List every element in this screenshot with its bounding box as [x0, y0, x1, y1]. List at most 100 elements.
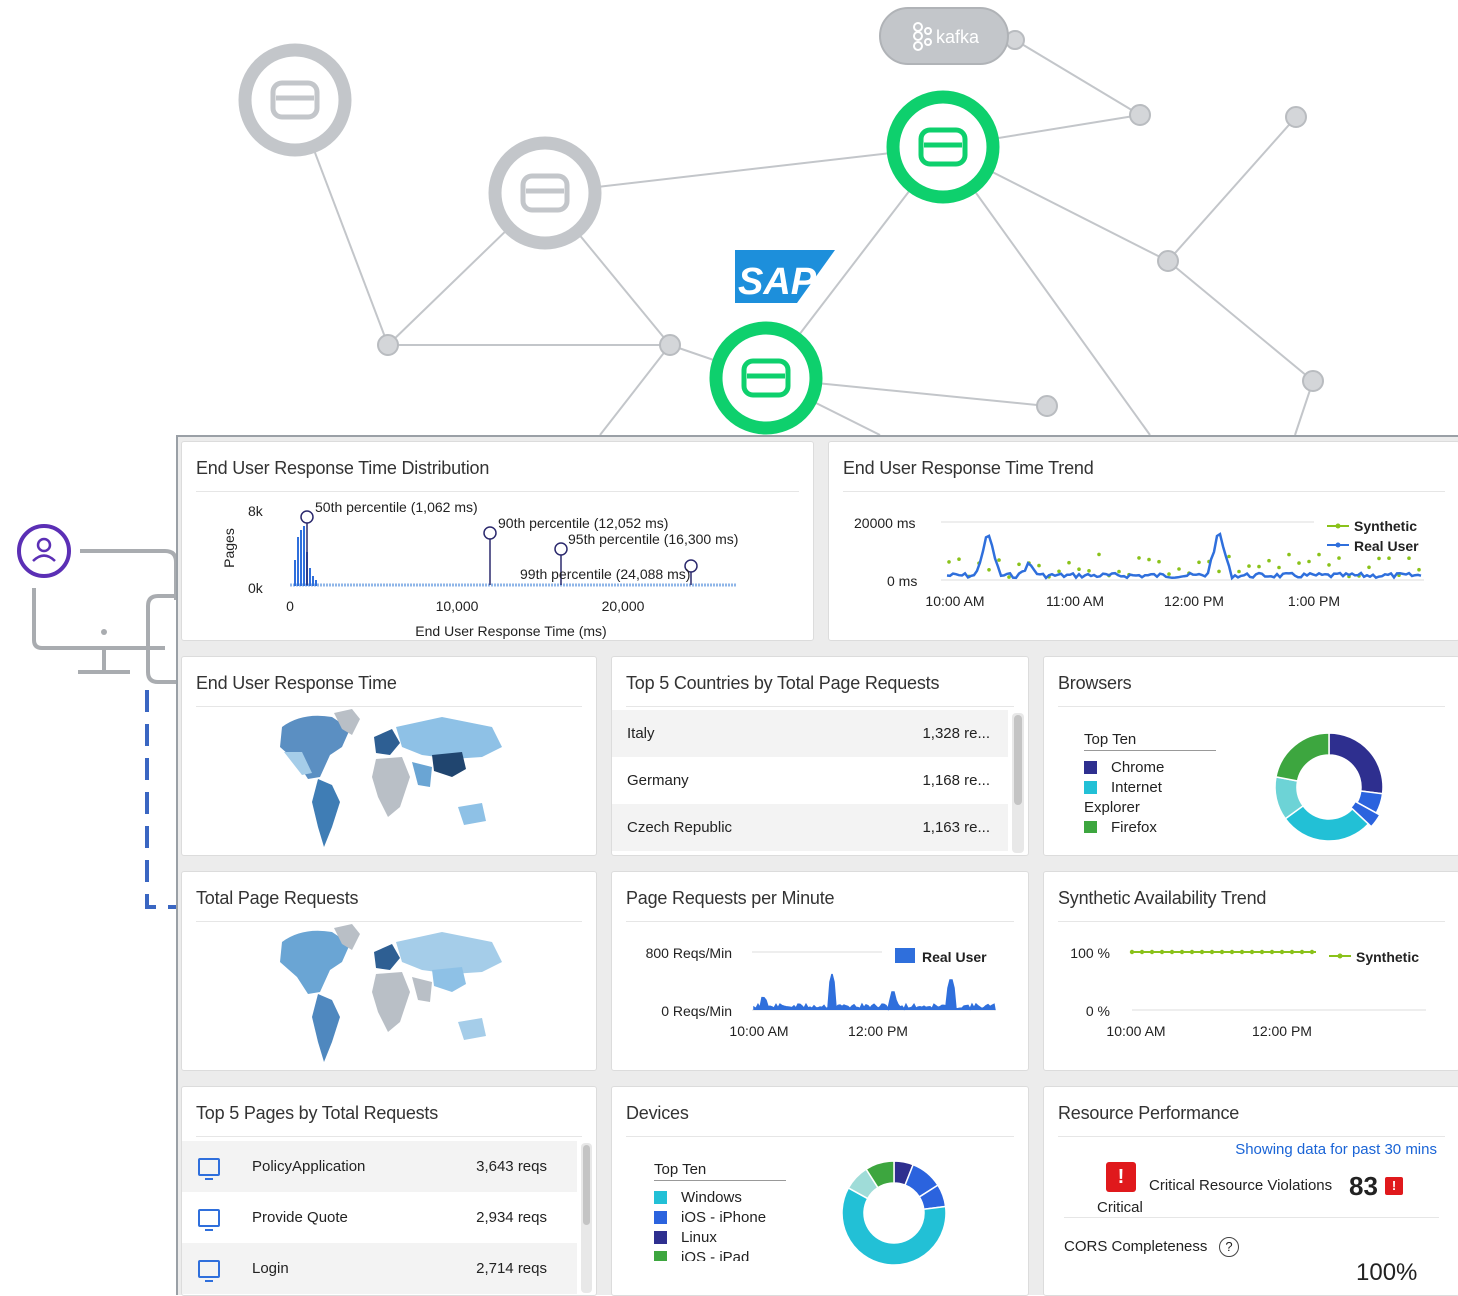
cors-value: 100% [1356, 1259, 1418, 1286]
panel-title: Resource Performance [1058, 1103, 1445, 1137]
y-tick: 0 Reqs/Min [661, 1003, 732, 1019]
table-row[interactable]: Germany 1,168 re... [612, 757, 1008, 804]
synthetic-point [1387, 556, 1391, 560]
critical-alert-icon: ! [1106, 1162, 1136, 1192]
page-name: Login [252, 1260, 289, 1277]
x-tick: 12:00 PM [1252, 1023, 1312, 1039]
synthetic-point [1267, 558, 1271, 563]
country-name: Czech Republic [627, 819, 733, 836]
legend-item: Firefox [1084, 817, 1216, 833]
synthetic-point [1129, 949, 1135, 955]
percentile-label: 90th percentile (12,052 ms) [498, 515, 668, 531]
synthetic-availability-panel[interactable]: Synthetic Availability Trend 100 % 0 % 1… [1043, 871, 1458, 1071]
donut-slice [1328, 732, 1384, 795]
page-name: PolicyApplication [252, 1158, 366, 1175]
x-tick: 20,000 [602, 598, 645, 614]
critical-badge-icon: ! [1385, 1177, 1403, 1195]
legend-item: Chrome [1084, 757, 1216, 777]
y-tick: 800 Reqs/Min [646, 945, 732, 961]
end-user-node [17, 524, 71, 578]
synthetic-series [1129, 949, 1316, 955]
synthetic-point [1197, 560, 1201, 565]
browsers-panel[interactable]: Browsers Top Ten Chrome Internet Explore… [1043, 656, 1458, 856]
country-name: Italy [627, 725, 655, 742]
page-value: 3,643 reqs [476, 1158, 547, 1175]
scrollbar[interactable] [1012, 713, 1024, 853]
response-time-trend-panel[interactable]: End User Response Time Trend 20000 ms 0 … [828, 441, 1458, 641]
synthetic-point [1057, 569, 1061, 574]
service-node-healthy [886, 90, 1000, 204]
panel-title: End User Response Time [196, 673, 582, 707]
table-row[interactable]: Czech Republic 1,163 re... [612, 804, 1008, 851]
violations-label: Critical Resource Violations [1149, 1177, 1333, 1194]
kafka-node: kafka [879, 7, 1009, 65]
legend-item: Windows [654, 1187, 786, 1207]
synthetic-point [947, 560, 951, 564]
panel-title: Devices [626, 1103, 1014, 1137]
legend-item: Internet [1084, 777, 1216, 797]
y-axis-label: Pages [221, 528, 237, 568]
table-row[interactable]: PolicyApplication 3,643 reqs [182, 1141, 577, 1192]
legend-title: Top Ten [654, 1161, 786, 1181]
synthetic-point [1137, 556, 1141, 560]
synthetic-point [1139, 949, 1145, 955]
synthetic-point [1189, 949, 1195, 955]
synthetic-point [1337, 556, 1341, 560]
world-map [280, 709, 502, 847]
resource-performance-panel[interactable]: Resource Performance Showing data for pa… [1043, 1086, 1458, 1296]
y-tick: 0k [248, 580, 264, 596]
legend-real-user: Real User [922, 949, 987, 965]
synthetic-point [957, 557, 961, 561]
legend-item: iOS - iPad [654, 1247, 786, 1261]
synthetic-point [1377, 556, 1381, 561]
x-tick: 10:00 AM [729, 1023, 788, 1039]
total-page-requests-map-panel[interactable]: Total Page Requests [181, 871, 597, 1071]
svg-text:kafka: kafka [936, 27, 980, 47]
table-row[interactable]: Provide Quote 2,934 reqs [182, 1192, 577, 1243]
y-tick: 0 ms [887, 573, 917, 589]
synthetic-point [997, 558, 1001, 562]
top-pages-panel[interactable]: Top 5 Pages by Total Requests PolicyAppl… [181, 1086, 597, 1296]
svg-text:SAP: SAP [738, 261, 817, 303]
x-tick: 10:00 AM [1106, 1023, 1165, 1039]
synthetic-point [1367, 565, 1371, 570]
browsers-legend: Top Ten Chrome Internet Explorer Firefox [1084, 731, 1216, 833]
legend-item: iOS - iPhone [654, 1207, 786, 1227]
x-tick: 11:00 AM [1046, 593, 1104, 609]
table-row[interactable]: Login 2,714 reqs [182, 1243, 577, 1294]
synthetic-point [1259, 949, 1265, 955]
x-tick: 12:00 PM [848, 1023, 908, 1039]
devices-panel[interactable]: Devices Top Ten Windows iOS - iPhone Lin… [611, 1086, 1029, 1296]
y-tick: 100 % [1070, 945, 1110, 961]
help-icon[interactable]: ? [1219, 1237, 1239, 1257]
response-time-map-panel[interactable]: End User Response Time [181, 656, 597, 856]
time-range-note: Showing data for past 30 mins [1235, 1141, 1437, 1158]
synthetic-point [1179, 949, 1185, 955]
synthetic-point [1097, 552, 1101, 557]
synthetic-point [1249, 949, 1255, 955]
panel-title: Browsers [1058, 673, 1445, 707]
synthetic-point [1077, 567, 1081, 571]
synthetic-point [1017, 562, 1021, 567]
violations-count[interactable]: 83 [1349, 1171, 1378, 1202]
response-time-distribution-panel[interactable]: End User Response Time Distribution 8k 0… [181, 441, 814, 641]
synthetic-point [1287, 552, 1291, 557]
synthetic-point [1157, 559, 1161, 564]
synthetic-point [1297, 561, 1301, 565]
y-tick: 8k [248, 503, 264, 519]
country-value: 1,328 re... [922, 725, 990, 742]
ppm-chart: 800 Reqs/Min 0 Reqs/Min 10:00 AM 12:00 P… [646, 945, 996, 1039]
country-value: 1,168 re... [922, 772, 990, 789]
panel-title: Total Page Requests [196, 888, 582, 922]
top-countries-panel[interactable]: Top 5 Countries by Total Page Requests I… [611, 656, 1029, 856]
table-row[interactable]: Italy 1,328 re... [612, 710, 1008, 757]
critical-label: Critical [1097, 1199, 1143, 1216]
y-tick: 20000 ms [854, 515, 915, 531]
legend-synthetic: Synthetic [1356, 949, 1419, 965]
scrollbar[interactable] [581, 1143, 592, 1293]
page-requests-per-minute-panel[interactable]: Page Requests per Minute 800 Reqs/Min 0 … [611, 871, 1029, 1071]
world-map [280, 924, 502, 1062]
percentile-label: 95th percentile (16,300 ms) [568, 531, 738, 547]
legend-real-user: Real User [1354, 538, 1419, 554]
synthetic-point [1327, 563, 1331, 567]
